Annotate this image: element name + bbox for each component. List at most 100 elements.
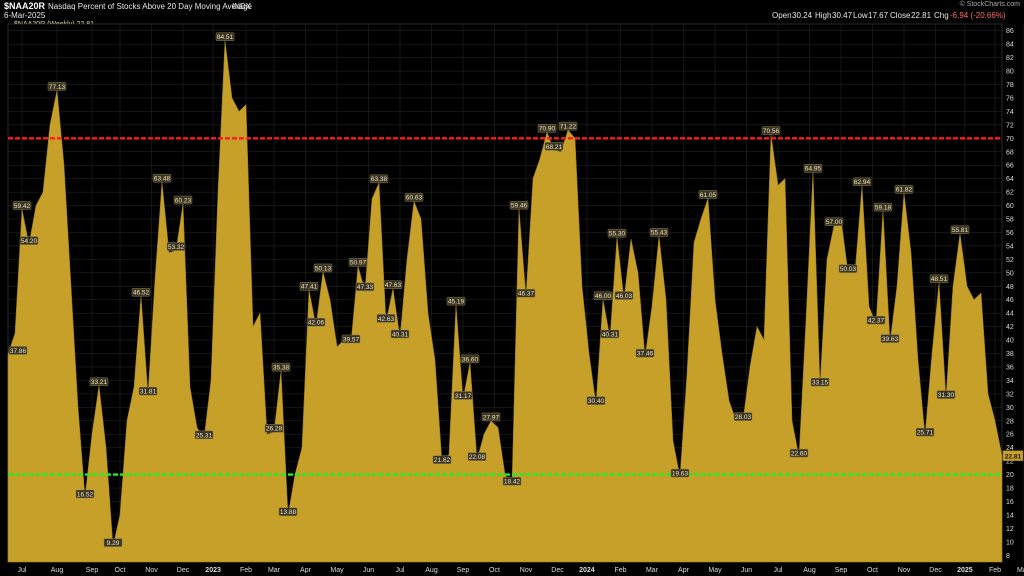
data-label: 59.46 — [511, 203, 528, 210]
data-label: 63.48 — [154, 176, 171, 183]
data-label: 21.62 — [434, 457, 451, 464]
y-tick-label: 86 — [1006, 28, 1014, 35]
x-tick-label: Aug — [803, 567, 816, 574]
y-tick-label: 80 — [1006, 69, 1014, 76]
y-tick-label: 52 — [1006, 257, 1014, 264]
y-tick-label: 78 — [1006, 82, 1014, 89]
x-tick-label: Nov — [145, 567, 158, 574]
data-label: 36.60 — [462, 356, 479, 363]
x-tick-label: Oct — [115, 567, 126, 574]
y-tick-label: 12 — [1006, 526, 1014, 533]
data-label: 62.94 — [854, 179, 871, 186]
data-label: 50.13 — [315, 265, 332, 272]
y-tick-label: 60 — [1006, 203, 1014, 210]
data-label: 30.40 — [588, 398, 605, 405]
y-tick-label: 50 — [1006, 270, 1014, 277]
y-tick-label: 30 — [1006, 405, 1014, 412]
data-label: 39.63 — [882, 336, 899, 343]
y-tick-label: 18 — [1006, 486, 1014, 493]
data-label: 61.82 — [896, 187, 913, 194]
x-tick-label: Aug — [425, 567, 438, 574]
data-label: 40.31 — [392, 331, 409, 338]
y-tick-label: 36 — [1006, 364, 1014, 371]
data-label: 46.52 — [133, 290, 150, 297]
data-label: 31.30 — [938, 392, 955, 399]
data-label: 46.37 — [518, 291, 535, 298]
data-label: 35.38 — [273, 365, 290, 372]
data-label: 37.46 — [637, 351, 654, 358]
y-tick-label: 76 — [1006, 95, 1014, 102]
data-label: 28.03 — [735, 414, 752, 421]
x-tick-label: Feb — [240, 567, 252, 574]
data-label: 42.06 — [308, 320, 325, 327]
data-label: 46.00 — [595, 293, 612, 300]
data-label: 18.42 — [504, 479, 521, 486]
chart-canvas: 8101214161820222426283032343638404244464… — [7, 23, 1024, 574]
data-label: 16.52 — [77, 491, 94, 498]
data-label: 55.81 — [952, 227, 969, 234]
data-label: 13.88 — [280, 509, 297, 516]
y-tick-label: 66 — [1006, 163, 1014, 170]
x-tick-label: 2023 — [205, 567, 221, 574]
data-label: 37.86 — [10, 348, 27, 355]
data-label: 60.63 — [406, 195, 423, 202]
data-label: 48.51 — [931, 276, 948, 283]
x-tick-label: Apr — [678, 567, 690, 574]
y-tick-label: 42 — [1006, 324, 1014, 331]
x-tick-label: Aug — [51, 567, 64, 574]
y-tick-label: 46 — [1006, 297, 1014, 304]
x-tick-label: May — [708, 567, 722, 574]
data-label: 64.95 — [805, 166, 822, 173]
x-tick-label: Jun — [741, 567, 752, 574]
data-label: 47.41 — [301, 284, 318, 291]
data-label: 71.22 — [560, 124, 577, 131]
y-tick-label: 10 — [1006, 539, 1014, 546]
x-tick-label: May — [330, 567, 344, 574]
y-tick-label: 40 — [1006, 338, 1014, 345]
data-label: 22.08 — [469, 454, 486, 461]
y-tick-label: 54 — [1006, 243, 1014, 250]
y-tick-label: 58 — [1006, 217, 1014, 224]
data-label: 70.56 — [763, 128, 780, 135]
y-tick-label: 20 — [1006, 472, 1014, 479]
data-label: 47.33 — [357, 284, 374, 291]
x-tick-label: Feb — [989, 567, 1001, 574]
data-label: 31.81 — [140, 389, 157, 396]
x-tick-label: Dec — [177, 567, 190, 574]
data-label: 60.23 — [175, 197, 192, 204]
y-tick-label: 70 — [1006, 136, 1014, 143]
y-tick-label: 82 — [1006, 55, 1014, 62]
y-tick-label: 84 — [1006, 42, 1014, 49]
x-tick-label: Dec — [929, 567, 942, 574]
data-label: 68.21 — [546, 144, 563, 151]
data-label: 33.21 — [91, 379, 108, 386]
x-tick-label: Oct — [867, 567, 878, 574]
y-tick-label: 44 — [1006, 311, 1014, 318]
data-label: 31.17 — [455, 393, 472, 400]
data-label: 77.13 — [49, 84, 66, 91]
data-label: 45.19 — [448, 299, 465, 306]
x-tick-label: Dec — [551, 567, 564, 574]
x-tick-label: Apr — [300, 567, 312, 574]
data-label: 50.03 — [840, 266, 857, 273]
data-label: 55.43 — [651, 230, 668, 237]
x-tick-label: Sep — [835, 567, 848, 574]
y-tick-label: 72 — [1006, 122, 1014, 129]
x-tick-label: Jul — [396, 567, 405, 574]
x-tick-label: 2025 — [957, 567, 973, 574]
y-tick-label: 56 — [1006, 230, 1014, 237]
y-tick-label: 34 — [1006, 378, 1014, 385]
data-label: 42.37 — [868, 318, 885, 325]
x-tick-label: Oct — [489, 567, 500, 574]
data-label: 25.31 — [196, 432, 213, 439]
data-label: 55.30 — [609, 231, 626, 238]
x-tick-label: Mar — [646, 567, 659, 574]
y-tick-label: 8 — [1006, 553, 1010, 560]
data-label: 47.63 — [385, 282, 402, 289]
x-tick-label: Jul — [774, 567, 783, 574]
x-tick-label: Nov — [520, 567, 533, 574]
x-tick-label: Jul — [18, 567, 27, 574]
data-label: 27.97 — [483, 414, 500, 421]
data-label: 57.00 — [826, 219, 843, 226]
x-tick-label: Feb — [614, 567, 626, 574]
